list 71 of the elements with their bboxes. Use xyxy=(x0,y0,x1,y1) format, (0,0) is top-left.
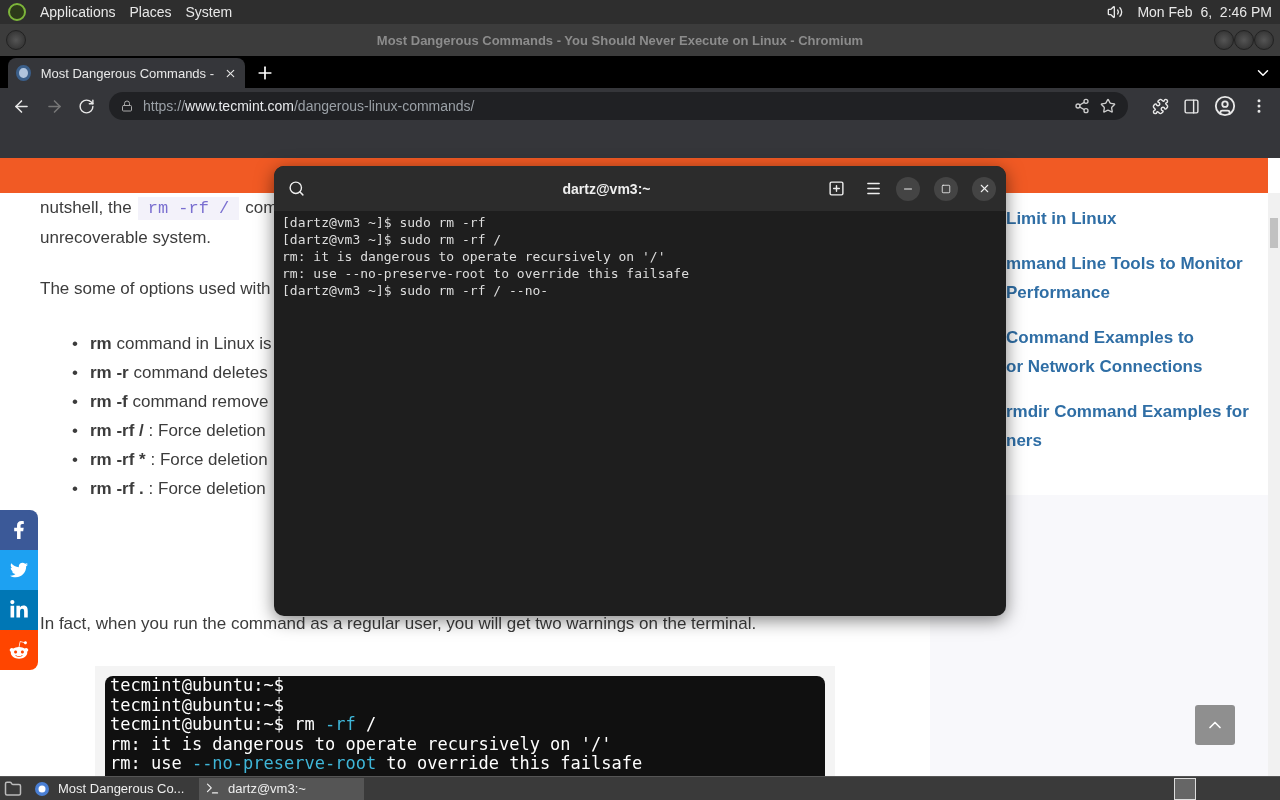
terminal-line: rm: it is dangerous to operate recursively on '/' xyxy=(282,248,667,265)
logo-icon[interactable] xyxy=(8,3,26,21)
list-item: rm -r command deletes xyxy=(90,362,268,384)
list-item: rm -rf . : Force deletion xyxy=(90,478,266,500)
maximize-button[interactable] xyxy=(934,176,958,201)
close-button[interactable] xyxy=(972,176,996,201)
paragraph: unrecoverable system. xyxy=(40,227,212,249)
share-button[interactable] xyxy=(0,630,38,670)
article-link[interactable]: Command Examples to xyxy=(1006,328,1194,347)
favicon-icon xyxy=(16,65,31,81)
volume-icon[interactable] xyxy=(1107,4,1124,20)
bullet: • xyxy=(72,333,78,355)
bird-icon xyxy=(10,561,28,579)
list-item: rm -rf * : Force deletion xyxy=(90,449,268,471)
terminal-line: tecmint@ubuntu:~$ rm -rf / xyxy=(110,715,378,735)
lock-icon xyxy=(121,100,133,112)
bullet: • xyxy=(72,449,78,471)
browser-tab[interactable]: Most Dangerous Commands - xyxy=(8,58,245,88)
bullet: • xyxy=(72,362,78,384)
menu-icon[interactable] xyxy=(865,180,882,197)
address-bar[interactable]: https://www.tecmint.com/dangerous-linux-commands/ xyxy=(109,92,1128,120)
new-tab-icon[interactable] xyxy=(828,180,845,197)
terminal-line: rm: it is dangerous to operate recursively on '/' xyxy=(110,734,613,754)
terminal-line: tecmint@ubuntu:~$ xyxy=(110,695,285,715)
square-icon xyxy=(941,183,951,194)
menu-item[interactable]: System xyxy=(185,4,233,20)
bullet: • xyxy=(72,420,78,442)
taskbar-button[interactable]: Most Dangerous Co... xyxy=(28,777,193,800)
terminal-title: dartz@vm3:~ xyxy=(561,180,652,197)
paragraph: In fact, when you run the command as a regular user, you will get two warnings on the terminal. xyxy=(40,613,757,635)
article-link[interactable]: Limit in Linux xyxy=(1006,209,1117,228)
window-title: Most Dangerous Commands - You Should Never Execute on Linux - Chromium xyxy=(375,32,865,48)
share-button[interactable] xyxy=(0,510,38,550)
reload-icon[interactable] xyxy=(78,97,95,115)
share-button[interactable] xyxy=(0,550,38,590)
search-icon[interactable] xyxy=(288,180,305,197)
article-link[interactable]: Performance xyxy=(1006,283,1110,302)
list-item: rm -rf / : Force deletion xyxy=(90,420,266,442)
menu-item[interactable]: Applications xyxy=(40,4,116,20)
list-item: rm command in Linux is xyxy=(90,333,272,355)
bookmark-star-icon[interactable] xyxy=(1100,98,1116,114)
linkedin-icon xyxy=(9,600,29,620)
clock[interactable]: Mon Feb 6, 2:46 PM xyxy=(1137,4,1272,20)
browser-icon xyxy=(34,780,50,797)
share-button[interactable] xyxy=(0,590,38,630)
terminal-line: tecmint@ubuntu:~$ xyxy=(110,676,285,696)
terminal-line: rm: use --no-preserve-root to override this failsafe xyxy=(282,265,690,282)
terminal-line: [dartz@vm3 ~]$ sudo rm -rf xyxy=(282,214,487,231)
share-icon[interactable] xyxy=(1074,98,1090,114)
article-link[interactable]: or Network Connections xyxy=(1006,357,1203,376)
minimize-button[interactable] xyxy=(896,176,920,201)
paragraph: The some of options used with xyxy=(40,278,271,300)
terminal-icon xyxy=(205,781,220,796)
profile-icon[interactable] xyxy=(1214,95,1236,117)
folder-icon[interactable] xyxy=(4,779,22,798)
menu-item[interactable]: Places xyxy=(129,4,172,20)
scrollbar[interactable] xyxy=(1268,193,1280,776)
bullet: • xyxy=(72,391,78,413)
alien-icon xyxy=(9,640,29,660)
article-link[interactable]: ners xyxy=(1006,431,1042,450)
side-panel-icon[interactable] xyxy=(1183,97,1200,115)
terminal-line: [dartz@vm3 ~]$ sudo rm -rf / xyxy=(282,231,503,248)
taskbar-button[interactable]: dartz@vm3:~ xyxy=(199,777,364,800)
bullet: • xyxy=(72,478,78,500)
terminal-line: rm: use --no-preserve-root to override this failsafe xyxy=(110,754,644,774)
article-link[interactable]: rmdir Command Examples for xyxy=(1006,402,1249,421)
terminal-line: [dartz@vm3 ~]$ sudo rm -rf / --no- xyxy=(282,282,550,299)
workspace-switcher[interactable] xyxy=(1174,777,1196,800)
article-link[interactable]: mmand Line Tools to Monitor xyxy=(1006,254,1243,273)
extensions-icon[interactable] xyxy=(1152,97,1169,115)
list-item: rm -f command remove xyxy=(90,391,269,413)
